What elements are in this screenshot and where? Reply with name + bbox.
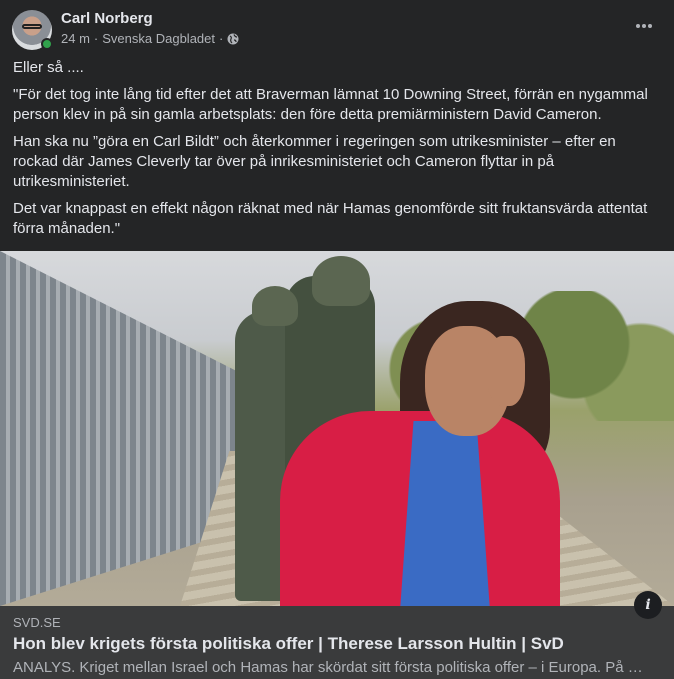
- image-helmet: [312, 256, 370, 306]
- post-paragraph: "För det tog inte lång tid efter det att…: [13, 86, 648, 123]
- post-paragraph: Det var knappast en effekt någon räknat …: [13, 200, 648, 237]
- avatar-glasses: [22, 24, 42, 29]
- post-group[interactable]: Svenska Dagbladet: [102, 31, 215, 46]
- image-blue-shirt: [400, 421, 490, 606]
- info-icon[interactable]: i: [634, 591, 662, 619]
- meta-separator-2: ·: [219, 31, 224, 46]
- link-title[interactable]: Hon blev krigets första politiska offer …: [13, 634, 564, 654]
- image-helmet: [252, 286, 298, 326]
- link-preview-image[interactable]: [0, 251, 674, 606]
- more-options-icon[interactable]: [632, 14, 656, 38]
- post-time[interactable]: 24 m: [61, 31, 90, 46]
- image-hand: [487, 336, 525, 406]
- post-header: Carl Norberg 24 m · Svenska Dagbladet ·: [12, 10, 662, 50]
- link-domain: SVD.SE: [13, 615, 61, 630]
- post-paragraph: Eller så ....: [13, 59, 84, 76]
- link-preview[interactable]: SVD.SE Hon blev krigets första politiska…: [0, 606, 674, 679]
- online-status-dot: [41, 38, 53, 50]
- feed-post: Carl Norberg 24 m · Svenska Dagbladet · …: [0, 0, 674, 679]
- post-text: Eller så .... "För det tog inte lång tid…: [13, 58, 661, 246]
- globe-icon[interactable]: [227, 33, 239, 45]
- link-description: ANALYS. Kriget mellan Israel och Hamas h…: [13, 659, 643, 676]
- author-name[interactable]: Carl Norberg: [61, 10, 153, 27]
- post-meta: 24 m · Svenska Dagbladet ·: [61, 31, 239, 46]
- post-paragraph: Han ska nu ”göra en Carl Bildt” och åter…: [13, 133, 616, 190]
- meta-separator: ·: [93, 31, 99, 46]
